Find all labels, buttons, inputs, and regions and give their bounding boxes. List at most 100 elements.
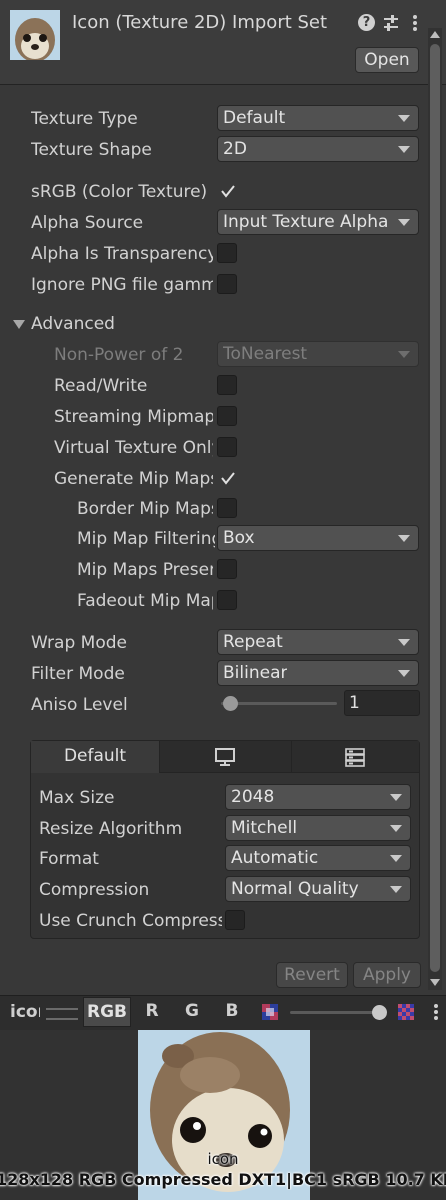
slider-track	[221, 702, 337, 705]
virtual-texture-only-label: Virtual Texture Only	[54, 438, 213, 458]
mip-maps-preserve-coverage-checkbox[interactable]	[217, 559, 237, 579]
chevron-down-icon	[390, 855, 402, 862]
chevron-down-icon	[398, 351, 410, 358]
scrollbar-thumb[interactable]	[430, 44, 440, 972]
ignore-png-gamma-label: Ignore PNG file gamma	[31, 275, 213, 295]
streaming-mipmaps-label: Streaming Mipmaps	[54, 407, 213, 427]
help-icon[interactable]: ?	[358, 14, 375, 31]
compression-label: Compression	[39, 880, 150, 900]
alpha-source-value: Input Texture Alpha	[223, 212, 388, 232]
max-size-dropdown[interactable]: 2048	[225, 784, 411, 810]
virtual-texture-only-checkbox[interactable]	[217, 437, 237, 457]
checkmark-icon	[221, 185, 235, 198]
chevron-down-icon	[398, 535, 410, 542]
preview-name: icon	[10, 1002, 40, 1022]
texture-type-value: Default	[223, 108, 286, 128]
revert-button[interactable]: Revert	[276, 962, 348, 988]
max-size-value: 2048	[231, 787, 275, 807]
server-icon	[345, 748, 365, 767]
preview-image-label: icon	[207, 1150, 239, 1168]
generate-mip-maps-label: Generate Mip Maps	[54, 469, 213, 489]
chevron-down-icon	[398, 146, 410, 153]
inspector-title: Icon (Texture 2D) Import Set	[72, 12, 328, 33]
drag-handle-icon[interactable]	[46, 1008, 78, 1020]
format-value: Automatic	[231, 848, 319, 868]
chevron-down-icon	[390, 794, 402, 801]
channel-g-button[interactable]: G	[173, 997, 211, 1027]
scroll-down-arrow-icon[interactable]	[430, 979, 440, 986]
generate-mip-maps-checkbox[interactable]	[217, 468, 237, 488]
ignore-png-gamma-checkbox[interactable]	[217, 274, 237, 294]
non-power-of-2-dropdown: ToNearest	[217, 341, 419, 367]
chevron-down-icon	[398, 670, 410, 677]
mip-high-icon	[398, 1004, 414, 1020]
filter-mode-value: Bilinear	[223, 663, 288, 683]
channel-rgb-button[interactable]: RGB	[83, 997, 131, 1027]
read-write-checkbox[interactable]	[217, 375, 237, 395]
mip-map-filtering-dropdown[interactable]: Box	[217, 525, 419, 551]
mip-maps-preserve-coverage-label: Mip Maps Preserve Coverage	[77, 560, 213, 580]
resize-algorithm-value: Mitchell	[231, 818, 298, 838]
alpha-is-transparency-label: Alpha Is Transparency	[31, 244, 213, 264]
fadeout-mip-maps-label: Fadeout Mip Maps	[77, 591, 213, 611]
chevron-down-icon	[390, 886, 402, 893]
read-write-label: Read/Write	[54, 376, 148, 396]
wrap-mode-label: Wrap Mode	[31, 633, 127, 653]
aniso-level-slider[interactable]	[217, 694, 339, 714]
aniso-level-input[interactable]: 1	[344, 690, 420, 716]
slider-track	[290, 1011, 384, 1014]
alpha-is-transparency-checkbox[interactable]	[217, 243, 237, 263]
channel-r-button[interactable]: R	[133, 997, 171, 1027]
border-mip-maps-checkbox[interactable]	[217, 498, 237, 518]
max-size-label: Max Size	[39, 788, 115, 808]
filter-mode-dropdown[interactable]: Bilinear	[217, 660, 419, 686]
texture-shape-value: 2D	[223, 139, 247, 159]
slider-thumb[interactable]	[223, 696, 238, 711]
resize-algorithm-dropdown[interactable]: Mitchell	[225, 815, 411, 841]
chevron-down-icon	[398, 115, 410, 122]
monitor-icon	[215, 748, 235, 766]
advanced-foldout-label[interactable]: Advanced	[31, 313, 191, 335]
use-crunch-label: Use Crunch Compression	[39, 911, 222, 931]
texture-shape-label: Texture Shape	[31, 140, 152, 160]
mip-map-filtering-value: Box	[223, 528, 255, 548]
scroll-up-arrow-icon[interactable]	[430, 31, 440, 38]
open-button[interactable]: Open	[355, 47, 419, 73]
format-dropdown[interactable]: Automatic	[225, 845, 411, 871]
wrap-mode-value: Repeat	[223, 632, 283, 652]
channel-b-button[interactable]: B	[213, 997, 251, 1027]
filter-mode-label: Filter Mode	[31, 664, 125, 684]
foldout-expanded-icon[interactable]	[13, 320, 25, 329]
srgb-checkbox[interactable]	[217, 181, 237, 201]
preview-kebab-menu-icon[interactable]	[431, 1002, 441, 1022]
use-crunch-checkbox[interactable]	[225, 910, 245, 930]
texture-thumbnail	[10, 10, 60, 60]
streaming-mipmaps-checkbox[interactable]	[217, 406, 237, 426]
format-label: Format	[39, 849, 99, 869]
aniso-level-label: Aniso Level	[31, 695, 128, 715]
texture-type-label: Texture Type	[31, 109, 138, 129]
wrap-mode-dropdown[interactable]: Repeat	[217, 629, 419, 655]
border-mip-maps-label: Border Mip Maps	[77, 499, 213, 519]
checkmark-icon	[221, 472, 235, 485]
mip-level-slider[interactable]	[288, 1004, 388, 1020]
mip-low-icon	[262, 1004, 278, 1020]
chevron-down-icon	[390, 825, 402, 832]
fadeout-mip-maps-checkbox[interactable]	[217, 590, 237, 610]
tab-standalone[interactable]	[160, 741, 292, 772]
presets-icon[interactable]	[382, 13, 400, 33]
compression-value: Normal Quality	[231, 879, 359, 899]
kebab-menu-icon[interactable]	[410, 13, 420, 33]
alpha-source-dropdown[interactable]: Input Texture Alpha	[217, 209, 419, 235]
tab-server[interactable]	[292, 741, 419, 772]
chevron-down-icon	[398, 639, 410, 646]
alpha-source-label: Alpha Source	[31, 213, 144, 233]
texture-type-dropdown[interactable]: Default	[217, 105, 419, 131]
compression-dropdown[interactable]: Normal Quality	[225, 876, 411, 902]
preview-info: 128x128 RGB Compressed DXT1|BC1 sRGB 10.…	[0, 1170, 446, 1189]
scrollbar-track[interactable]	[428, 28, 442, 990]
slider-thumb[interactable]	[372, 1005, 387, 1020]
tab-default[interactable]: Default	[31, 741, 160, 773]
apply-button[interactable]: Apply	[353, 962, 421, 988]
texture-shape-dropdown[interactable]: 2D	[217, 136, 419, 162]
